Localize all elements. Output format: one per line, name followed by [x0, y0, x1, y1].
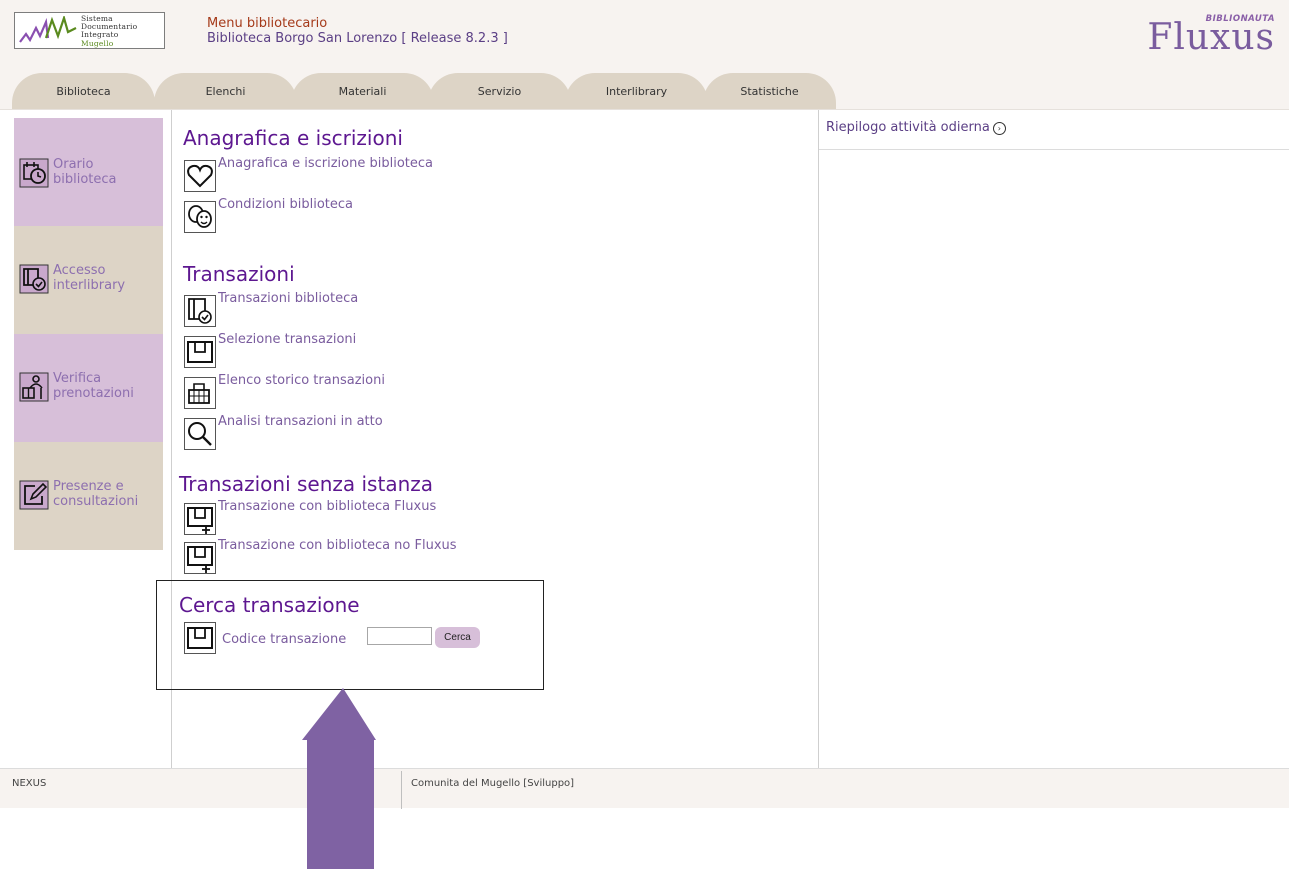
menu-item-label: Transazione con biblioteca no Fluxus — [218, 538, 457, 553]
library-subtitle: Biblioteca Borgo San Lorenzo [ Release 8… — [207, 31, 508, 46]
menu-item-label: Elenco storico transazioni — [218, 373, 385, 388]
menu-item-label: Condizioni biblioteca — [218, 197, 354, 212]
book-add-icon — [184, 542, 216, 574]
search-icon — [184, 418, 216, 450]
book-check-icon — [184, 295, 216, 327]
logo-text: Sistema Documentario Integrato Mugello — [81, 14, 137, 48]
sidebar-label-line: Verifica — [53, 371, 102, 386]
sidebar-item-label: Presenze e consultazioni — [53, 479, 138, 509]
menu-item-label: Transazione con biblioteca Fluxus — [218, 499, 437, 514]
footer-separator — [401, 771, 402, 809]
sidebar-item-orario[interactable]: Orario biblioteca — [14, 118, 163, 226]
fluxus-brand: BIBLIONAUTA Fluxus — [1115, 14, 1275, 60]
book-icon — [184, 336, 216, 368]
sidebar-item-presenze-consultazioni[interactable]: Presenze e consultazioni — [14, 442, 163, 550]
menu-item-label: Transazioni biblioteca — [218, 291, 359, 306]
header-divider — [0, 109, 1289, 110]
right-column-divider — [818, 110, 819, 768]
tab-elenchi[interactable]: Elenchi — [154, 73, 297, 110]
sidebar-label-line: interlibrary — [53, 278, 126, 293]
edit-note-icon — [19, 480, 49, 510]
book-add-icon — [184, 503, 216, 535]
sidebar-label-line: Accesso — [53, 263, 106, 278]
riepilogo-attivita-link[interactable]: Riepilogo attività odierna › — [826, 120, 1006, 135]
riepilogo-title: Riepilogo attività odierna — [826, 120, 990, 135]
sidebar-item-accesso-interlibrary[interactable]: Accesso interlibrary — [14, 226, 163, 334]
sidebar-item-label: Accesso interlibrary — [53, 263, 125, 293]
tab-interlibrary[interactable]: Interlibrary — [565, 73, 708, 110]
menu-title: Menu bibliotecario — [207, 16, 328, 31]
sidebar-item-verifica-prenotazioni[interactable]: Verifica prenotazioni — [14, 334, 163, 442]
section-title-transazioni: Transazioni — [183, 262, 295, 286]
chevron-right-circle-icon: › — [992, 122, 1006, 135]
section-title-senza-istanza: Transazioni senza istanza — [179, 472, 434, 496]
brand-name: Fluxus — [1147, 17, 1275, 58]
codice-transazione-input[interactable] — [367, 627, 432, 645]
header: Sistema Documentario Integrato Mugello M… — [0, 0, 1289, 110]
footer-environment: Comunita del Mugello [Sviluppo] — [411, 778, 575, 789]
tab-servizio[interactable]: Servizio — [428, 73, 571, 110]
sidebar-label-line: prenotazioni — [53, 386, 134, 401]
right-panel-divider — [819, 149, 1289, 150]
sidebar: Orario biblioteca Accesso interlibrary V… — [14, 118, 163, 550]
heart-icon — [184, 160, 216, 192]
book-icon — [184, 622, 216, 654]
section-title-cerca: Cerca transazione — [179, 593, 360, 617]
menu-item-label: Anagrafica e iscrizione biblioteca — [218, 156, 433, 171]
menu-item-label: Selezione transazioni — [218, 332, 357, 347]
menu-item-label: Analisi transazioni in atto — [218, 414, 383, 429]
annotation-arrow-icon — [302, 688, 376, 869]
tab-statistiche[interactable]: Statistiche — [703, 73, 836, 110]
tab-biblioteca[interactable]: Biblioteca — [12, 73, 155, 110]
sidebar-label-line: consultazioni — [53, 494, 139, 509]
sidebar-item-label: Verifica prenotazioni — [53, 371, 134, 401]
basket-icon — [184, 377, 216, 409]
sidebar-item-label: Orario biblioteca — [53, 157, 117, 187]
footer-app-name: NEXUS — [12, 778, 47, 789]
book-check-icon — [19, 264, 49, 294]
cerca-button[interactable]: Cerca — [435, 627, 480, 648]
calendar-clock-icon — [19, 158, 49, 188]
sdim-logo: Sistema Documentario Integrato Mugello — [14, 12, 165, 49]
tab-materiali[interactable]: Materiali — [291, 73, 434, 110]
codice-transazione-label: Codice transazione — [222, 632, 347, 647]
person-books-icon — [19, 372, 49, 402]
logo-line: Mugello — [81, 38, 114, 48]
sidebar-label-line: biblioteca — [53, 172, 117, 187]
theater-masks-icon — [184, 201, 216, 233]
sidebar-label-line: Presenze e — [53, 479, 124, 494]
sidebar-label-line: Orario — [53, 157, 94, 172]
section-title-anagrafica: Anagrafica e iscrizioni — [183, 126, 403, 150]
mountain-logo-icon — [19, 16, 77, 43]
footer: NEXUS Comunita del Mugello [Sviluppo] — [0, 768, 1289, 809]
